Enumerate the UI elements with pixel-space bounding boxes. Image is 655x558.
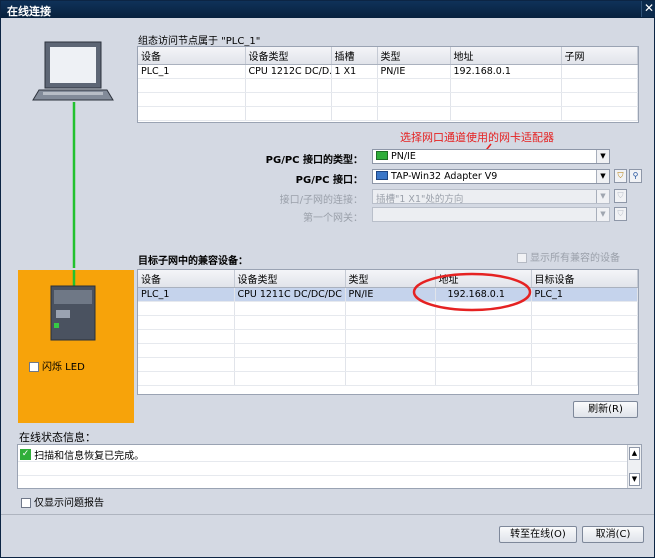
chevron-down-icon[interactable]: ▼: [596, 190, 609, 203]
window-title: 在线连接: [7, 5, 51, 18]
plc-device-icon: [50, 285, 96, 341]
only-problems-checkbox[interactable]: 仅显示问题报告: [21, 494, 104, 509]
check-icon: ✓: [20, 449, 31, 460]
col-target-device[interactable]: 目标设备: [531, 270, 638, 288]
pgpc-type-select[interactable]: PN/IE ▼: [372, 149, 610, 164]
table-row[interactable]: PLC_1 CPU 1211C DC/DC/DC PN/IE 192.168.0…: [138, 287, 638, 302]
chevron-down-icon[interactable]: ▼: [596, 170, 609, 183]
show-all-devices-checkbox[interactable]: 显示所有兼容的设备: [517, 249, 620, 264]
col-subnet[interactable]: 子网: [561, 47, 638, 65]
table-row[interactable]: PLC_1 CPU 1212C DC/D... 1 X1 PN/IE 192.1…: [138, 64, 638, 79]
col-device-type[interactable]: 设备类型: [245, 47, 332, 65]
pgpc-interface-label: PG/PC 接口：: [295, 175, 363, 186]
configured-nodes-table: 设备 设备类型 插槽 类型 地址 子网 PLC_1 CPU 1212C DC/D…: [137, 46, 639, 123]
title-bar: 在线连接 ✕: [1, 1, 655, 18]
col-device[interactable]: 设备: [138, 270, 235, 288]
properties-icon[interactable]: ⛉: [614, 189, 627, 203]
scroll-up-icon[interactable]: ▲: [629, 447, 640, 460]
list-item: ✓ 扫描和信息恢复已完成。: [20, 449, 145, 462]
col-device[interactable]: 设备: [138, 47, 246, 65]
properties-icon[interactable]: ⛉: [614, 207, 627, 221]
scrollbar[interactable]: ▲ ▼: [627, 445, 641, 488]
col-type[interactable]: 类型: [377, 47, 451, 65]
network-type-icon: [376, 151, 388, 160]
flash-led-checkbox[interactable]: 闪烁 LED: [29, 358, 85, 373]
col-device-type[interactable]: 设备类型: [234, 270, 346, 288]
col-address[interactable]: 地址: [450, 47, 562, 65]
flash-led-box[interactable]: [29, 362, 39, 372]
scroll-down-icon[interactable]: ▼: [629, 473, 640, 486]
properties-icon[interactable]: ⛉: [614, 169, 627, 183]
highlight-ellipse: [412, 272, 532, 312]
first-gateway-label: 第一个网关：: [303, 213, 363, 224]
status-log: ✓ 扫描和信息恢复已完成。 ▲ ▼: [17, 444, 642, 489]
first-gateway-select[interactable]: ▼: [372, 207, 610, 222]
cancel-button[interactable]: 取消(C): [582, 526, 644, 543]
online-connection-dialog: 在线连接 ✕ 闪烁 LED 组态访问节点属于 "PLC_1" 设备 设备类型 插…: [0, 0, 655, 558]
pgpc-type-label: PG/PC 接口的类型：: [265, 155, 363, 166]
target-subnet-heading: 目标子网中的兼容设备：: [138, 256, 248, 267]
pgpc-interface-select[interactable]: TAP-Win32 Adapter V9 ▼: [372, 169, 610, 184]
search-icon[interactable]: ⚲: [629, 169, 642, 183]
status-heading: 在线状态信息：: [19, 431, 96, 444]
refresh-button[interactable]: 刷新(R): [573, 401, 638, 418]
adapter-icon: [376, 171, 388, 180]
col-slot[interactable]: 插槽: [331, 47, 378, 65]
chevron-down-icon[interactable]: ▼: [596, 150, 609, 163]
compatible-devices-table: 设备 设备类型 类型 地址 目标设备 PLC_1 CPU 1211C DC/DC…: [137, 269, 639, 395]
subnet-connection-select[interactable]: 插槽"1 X1"处的方向 ▼: [372, 189, 610, 205]
subnet-connection-label: 接口/子网的连接：: [279, 195, 363, 206]
close-icon[interactable]: ✕: [641, 1, 655, 17]
flash-led-label: 闪烁 LED: [42, 362, 85, 373]
chevron-down-icon[interactable]: ▼: [596, 208, 609, 221]
laptop-icon: [32, 41, 114, 101]
configured-access-heading: 组态访问节点属于 "PLC_1": [138, 36, 261, 47]
go-online-button[interactable]: 转至在线(O): [499, 526, 577, 543]
